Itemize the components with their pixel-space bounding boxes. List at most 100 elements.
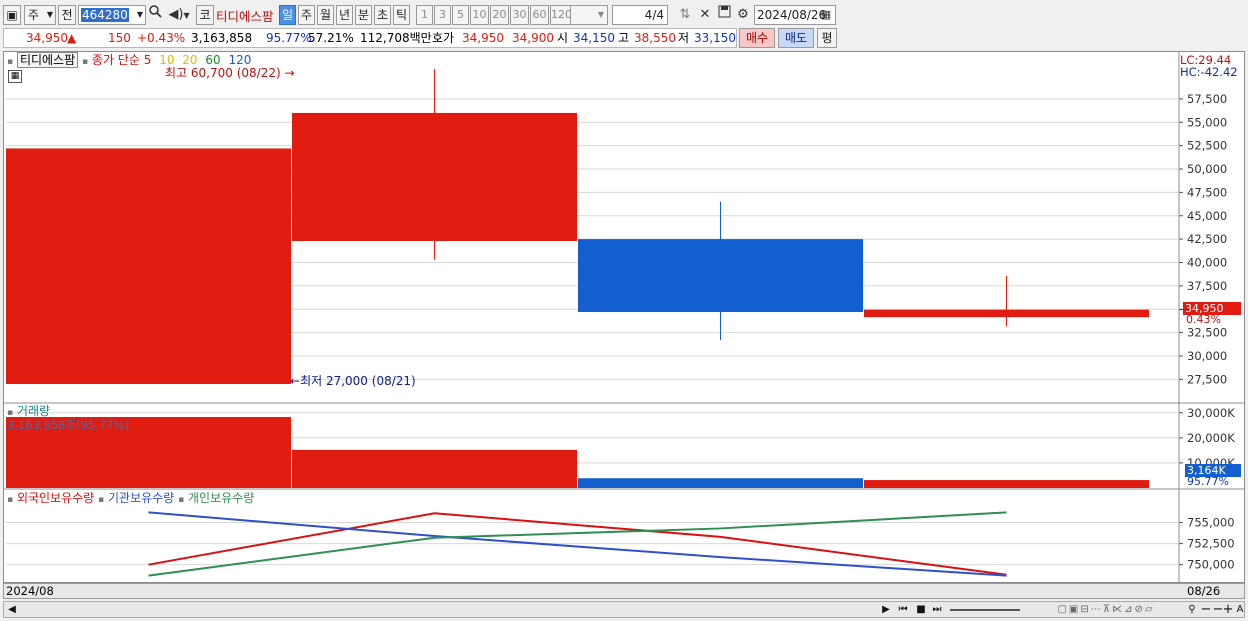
- volume-pct-tag: 95.77%: [1187, 475, 1229, 488]
- price-tick-label: 27,500: [1187, 372, 1227, 386]
- price-tick-label: 50,000: [1187, 162, 1227, 176]
- x-axis-start: 2024/08: [6, 584, 54, 598]
- window-icon[interactable]: ▣: [3, 5, 21, 25]
- scroll-right-icon[interactable]: ▶: [880, 603, 892, 617]
- price-change-pct: +0.43%: [137, 31, 186, 45]
- panel-marker-icon: ▪: [7, 408, 14, 418]
- price-panel-title: 티디에스팜: [16, 52, 79, 68]
- interval-tab-120[interactable]: 120: [550, 5, 572, 25]
- zoom-out-icon[interactable]: −: [1200, 603, 1212, 617]
- ma-period-10: 10: [159, 53, 175, 67]
- price-tick-label: 37,500: [1187, 279, 1227, 293]
- grid-icon[interactable]: ▦: [8, 70, 22, 83]
- compare-icon[interactable]: ⇅: [676, 5, 694, 25]
- volume-tick-label: 20,000K: [1187, 431, 1235, 445]
- font-size-icon[interactable]: A: [1234, 603, 1246, 617]
- period-tab-1[interactable]: 주: [298, 5, 315, 25]
- period-tab-0[interactable]: 일: [279, 5, 296, 25]
- interval-tab-20[interactable]: 20: [490, 5, 509, 25]
- tool-icons[interactable]: ▢▣⊟⋯⊼⋉⊿⊘▱: [1026, 603, 1186, 617]
- buy-button[interactable]: 매수: [739, 28, 775, 48]
- legend-individual: 개인보유수량: [188, 491, 255, 505]
- price-tick-label: 52,500: [1187, 139, 1227, 153]
- period-tab-5[interactable]: 초: [374, 5, 391, 25]
- magnifier-icon[interactable]: ⚲: [1186, 603, 1198, 617]
- panel-marker-icon: ▪: [7, 57, 14, 67]
- panel-marker-icon: ▪: [98, 495, 105, 505]
- interval-tab-30[interactable]: 30: [510, 5, 529, 25]
- save-icon[interactable]: [715, 5, 733, 25]
- hoga-label: 호가: [432, 31, 455, 45]
- volume-ratio: 95.77%: [266, 31, 312, 45]
- price-tick-label: 47,500: [1187, 185, 1227, 199]
- right-arrow-icon: →: [284, 66, 295, 80]
- holdings-tick-label: 750,000: [1187, 558, 1235, 572]
- zoom-in-icon[interactable]: +: [1222, 603, 1234, 617]
- volume-note: 3,163,858주(95.77%): [7, 418, 129, 432]
- interval-tab-5[interactable]: 5: [452, 5, 469, 25]
- price-tick-label: 55,000: [1187, 115, 1227, 129]
- panel-marker-icon: ▪: [7, 495, 14, 505]
- calendar-icon[interactable]: ▦: [818, 5, 834, 25]
- ask-price: 34,950: [462, 31, 504, 45]
- volume-bar: [578, 478, 863, 488]
- interval-tab-10[interactable]: 10: [470, 5, 489, 25]
- scroll-left-icon[interactable]: ◀: [6, 603, 18, 617]
- stock-name: 티디에스팜: [216, 9, 274, 24]
- price-tick-label: 45,000: [1187, 209, 1227, 223]
- period-tab-2[interactable]: 월: [317, 5, 334, 25]
- legend-foreign: 외국인보유수량: [16, 491, 95, 505]
- ma-period-120: 120: [228, 53, 252, 67]
- period-type-value: 주: [28, 8, 40, 22]
- speaker-icon[interactable]: ◀)▼: [166, 5, 192, 25]
- candle-body: [864, 309, 1149, 318]
- volume-value: 3,163,858: [191, 31, 253, 45]
- market-tag: 코: [196, 5, 214, 25]
- price-tick-label: 42,500: [1187, 232, 1227, 246]
- volume-panel-title: 거래량: [16, 404, 51, 418]
- low-price: 33,150: [694, 31, 736, 45]
- price-tick-label: 30,000: [1187, 349, 1227, 363]
- candle-body: [6, 148, 291, 384]
- interval-tab-1[interactable]: 1: [416, 5, 433, 25]
- x-axis-bar: 2024/08 08/26: [3, 583, 1245, 599]
- crosshair-icon[interactable]: ✕: [696, 5, 714, 25]
- up-arrow-icon: ▲: [67, 31, 77, 45]
- price-tick-label: 57,500: [1187, 92, 1227, 106]
- last-page-icon[interactable]: ⏭: [930, 603, 944, 617]
- market-select[interactable]: 전: [58, 5, 76, 25]
- open-label: 시: [557, 31, 569, 45]
- period-type-select[interactable]: 주 ▼: [24, 5, 56, 25]
- ma-period-60: 60: [205, 53, 221, 67]
- page-input[interactable]: 4/4: [612, 5, 668, 25]
- low-label: 저: [678, 31, 690, 45]
- ma-label: 종가 단순: [91, 53, 140, 67]
- search-icon[interactable]: [147, 5, 163, 25]
- first-page-icon[interactable]: ⏮: [896, 603, 910, 617]
- hc-label: HC:-42.42: [1180, 65, 1238, 79]
- candle-body: [578, 239, 863, 313]
- interval-tab-60[interactable]: 60: [530, 5, 549, 25]
- period-tab-4[interactable]: 분: [355, 5, 372, 25]
- code-value: 464280: [81, 8, 129, 22]
- interval-dropdown[interactable]: ▼: [570, 5, 608, 25]
- panel-marker-icon: ▪: [81, 57, 89, 67]
- high-label: 고: [618, 31, 630, 45]
- code-input[interactable]: 464280 ▼: [78, 5, 146, 25]
- high-price: 38,550: [634, 31, 676, 45]
- zoom-slider[interactable]: [950, 609, 1020, 611]
- period-tab-6[interactable]: 틱: [393, 5, 410, 25]
- volume-bar: [292, 449, 577, 488]
- gear-icon[interactable]: ⚙: [734, 5, 752, 25]
- interval-tab-3[interactable]: 3: [434, 5, 451, 25]
- avg-button[interactable]: 평: [817, 28, 837, 48]
- period-tab-3[interactable]: 년: [336, 5, 353, 25]
- bid-price: 34,900: [512, 31, 554, 45]
- current-price: 34,950: [26, 31, 68, 45]
- high-note-text: 최고 60,700 (08/22): [165, 66, 281, 80]
- sell-button[interactable]: 매도: [778, 28, 814, 48]
- scroll-bar[interactable]: ◀ ▶ ⏮ ■ ⏭ ▢▣⊟⋯⊼⋉⊿⊘▱ ⚲ − − + A: [3, 601, 1245, 618]
- high-note: 최고 60,700 (08/22) →: [165, 66, 295, 80]
- stop-icon[interactable]: ■: [914, 603, 928, 617]
- open-price: 34,150: [573, 31, 615, 45]
